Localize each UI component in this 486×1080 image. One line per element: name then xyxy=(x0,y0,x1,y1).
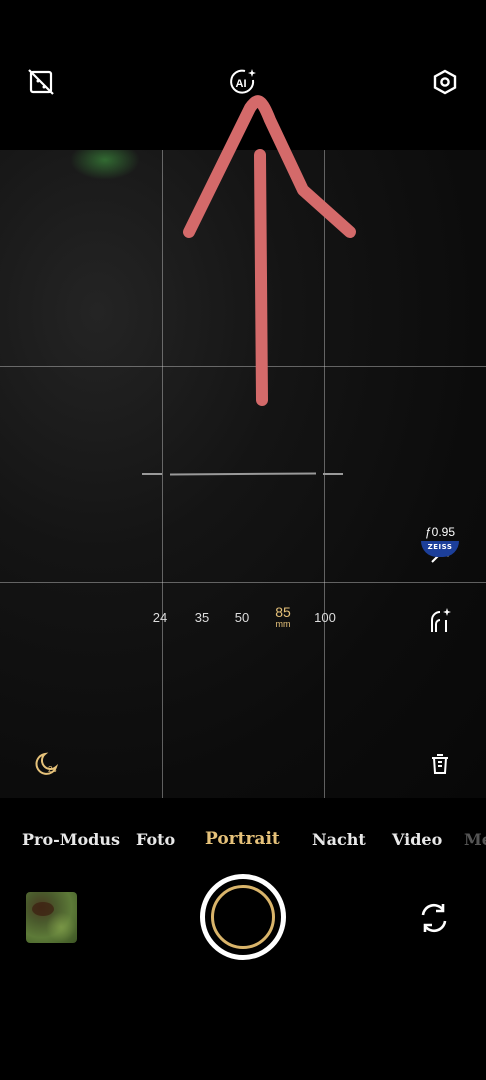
trash-icon[interactable] xyxy=(422,746,458,782)
mode-pro[interactable]: Pro-Modus xyxy=(22,830,120,849)
mode-more[interactable]: Me xyxy=(464,830,486,849)
grid-line-vertical xyxy=(162,150,163,798)
ai-scene-icon[interactable]: AI xyxy=(225,64,261,100)
settings-hexagon-icon[interactable] xyxy=(427,64,463,100)
gallery-thumbnail[interactable] xyxy=(26,892,77,943)
grid-line-horizontal xyxy=(0,366,486,367)
viewfinder-highlight xyxy=(70,150,140,180)
ai-label: AI xyxy=(236,78,247,90)
zoom-value: 85 xyxy=(275,604,291,620)
camera-viewfinder[interactable] xyxy=(0,150,486,798)
zoom-option[interactable]: 100 xyxy=(307,610,343,625)
shutter-button[interactable] xyxy=(200,874,286,960)
flip-camera-icon[interactable] xyxy=(414,898,454,938)
flash-off-icon[interactable] xyxy=(23,64,59,100)
top-bar: AI xyxy=(0,0,486,150)
zoom-option-active[interactable]: 85 mm xyxy=(265,604,301,629)
moon-timer-icon xyxy=(35,752,59,775)
level-indicator-left xyxy=(142,473,162,475)
zoom-option[interactable]: 35 xyxy=(184,610,220,625)
shutter-inner-ring xyxy=(211,885,275,949)
zeiss-logo: ZEISS xyxy=(421,541,459,557)
mode-portrait[interactable]: Portrait xyxy=(205,830,280,849)
aperture-control[interactable]: ƒ0.95 ZEISS xyxy=(420,525,460,561)
level-indicator-center xyxy=(169,472,317,476)
level-indicator-right xyxy=(323,473,343,475)
face-sparkle-icon[interactable] xyxy=(422,602,458,638)
zoom-option[interactable]: 50 xyxy=(224,610,260,625)
zoom-option[interactable]: 24 xyxy=(142,610,178,625)
mode-video[interactable]: Video xyxy=(392,830,442,849)
timer-control[interactable]: 2s xyxy=(28,746,64,782)
mode-night[interactable]: Nacht xyxy=(312,830,366,849)
mode-photo[interactable]: Foto xyxy=(136,830,175,849)
grid-line-horizontal xyxy=(0,582,486,583)
timer-label: 2s xyxy=(48,765,57,774)
aperture-value: ƒ0.95 xyxy=(424,525,456,539)
mode-selector: Pro-Modus Foto Portrait Nacht Video Me xyxy=(0,830,486,860)
zoom-unit: mm xyxy=(275,619,291,629)
